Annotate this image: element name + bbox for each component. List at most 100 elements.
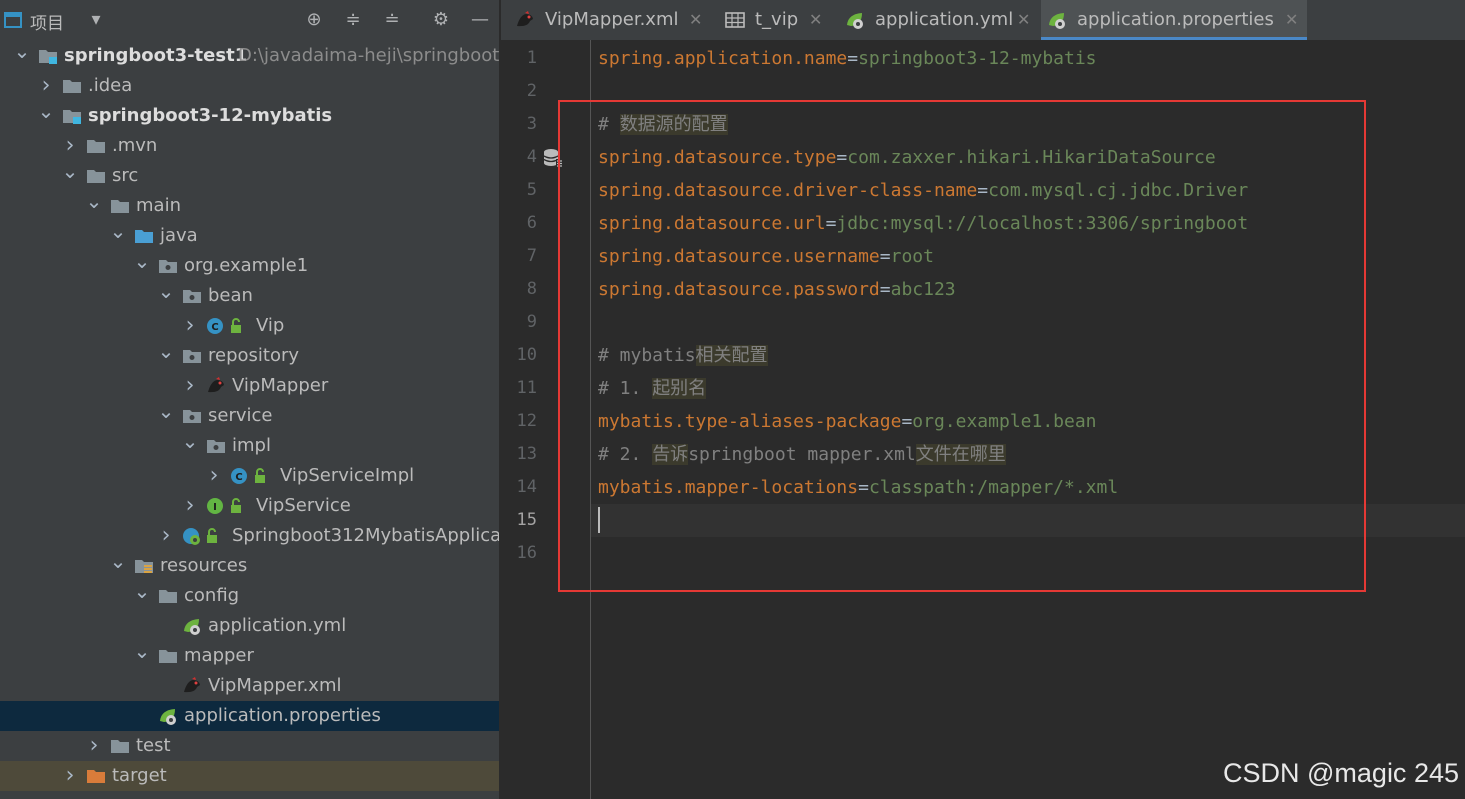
tree-item[interactable]: › VipMapper bbox=[0, 371, 499, 401]
line-number: 16 bbox=[516, 543, 537, 563]
svg-text:C: C bbox=[211, 322, 218, 333]
line-number: 14 bbox=[516, 477, 537, 497]
chevron-right-icon[interactable]: › bbox=[84, 731, 104, 761]
line-number: 5 bbox=[526, 180, 537, 200]
chevron-down-icon[interactable]: ⌄ bbox=[132, 251, 152, 281]
line-number: 11 bbox=[516, 378, 537, 398]
line-number: 3 bbox=[526, 114, 537, 134]
package-icon bbox=[206, 436, 226, 456]
gear-icon[interactable]: ⚙ bbox=[429, 8, 453, 32]
spring-config-icon bbox=[1047, 10, 1067, 30]
tree-item[interactable]: › I VipService bbox=[0, 491, 499, 521]
editor-tab[interactable]: application.yml ✕ bbox=[839, 0, 1039, 40]
tree-item[interactable]: › C VipServiceImpl bbox=[0, 461, 499, 491]
source-folder-icon bbox=[134, 226, 154, 246]
collapse-all-icon[interactable]: ≐ bbox=[380, 8, 404, 32]
tree-item[interactable]: ⌄ service bbox=[0, 401, 499, 431]
chevron-down-icon[interactable]: ⌄ bbox=[108, 221, 128, 251]
tree-item[interactable]: ⌄ src bbox=[0, 161, 499, 191]
tree-item[interactable]: ⌄ springboot3-12-mybatis bbox=[0, 101, 499, 131]
tree-item-label: target bbox=[112, 765, 167, 786]
tree-item-label: application.yml bbox=[208, 615, 347, 636]
tree-item[interactable]: ⌄ main bbox=[0, 191, 499, 221]
equals-sign: = bbox=[847, 48, 859, 69]
tree-item-label: impl bbox=[232, 435, 271, 456]
editor-tab[interactable]: application.properties ✕ bbox=[1041, 0, 1307, 40]
chevron-down-icon[interactable]: ⌄ bbox=[156, 281, 176, 311]
chevron-right-icon[interactable]: › bbox=[60, 131, 80, 161]
chevron-right-icon[interactable]: › bbox=[180, 311, 200, 341]
chevron-right-icon[interactable]: › bbox=[180, 491, 200, 521]
tree-item[interactable]: › test bbox=[0, 731, 499, 761]
tree-item[interactable]: ⌄ org.example1 bbox=[0, 251, 499, 281]
editor-tab[interactable]: t_vip ✕ bbox=[719, 0, 831, 40]
chevron-down-icon[interactable]: ⌄ bbox=[180, 431, 200, 461]
tree-item-label: src bbox=[112, 165, 139, 186]
tree-item[interactable]: › .mvn bbox=[0, 131, 499, 161]
mybatis-icon bbox=[206, 376, 226, 396]
chevron-right-icon[interactable]: › bbox=[180, 371, 200, 401]
tree-item[interactable]: ⌄ mapper bbox=[0, 641, 499, 671]
spring-config-icon bbox=[158, 706, 178, 726]
chevron-right-icon[interactable]: › bbox=[156, 521, 176, 551]
chevron-down-icon[interactable]: ⌄ bbox=[84, 191, 104, 221]
tree-item[interactable]: ⌄ bean bbox=[0, 281, 499, 311]
chevron-down-icon[interactable]: ⌄ bbox=[156, 401, 176, 431]
spring-config-icon bbox=[182, 616, 202, 636]
tree-item-label: config bbox=[184, 585, 240, 606]
tree-item[interactable]: › .idea bbox=[0, 71, 499, 101]
folder-icon bbox=[86, 136, 106, 156]
project-panel-title[interactable]: 项目 bbox=[30, 9, 64, 34]
close-icon[interactable]: ✕ bbox=[689, 0, 702, 40]
tree-item-label: service bbox=[208, 405, 273, 426]
property-value: springboot3-12-mybatis bbox=[858, 48, 1097, 69]
chevron-down-icon[interactable]: ⌄ bbox=[36, 101, 56, 131]
line-number: 8 bbox=[526, 279, 537, 299]
tree-item[interactable]: application.properties bbox=[0, 701, 499, 731]
chevron-right-icon[interactable]: › bbox=[60, 761, 80, 791]
project-view-icon[interactable] bbox=[4, 11, 22, 29]
tree-item[interactable]: ⌄ springboot3-test1 D:\javadaima-heji\spri… bbox=[0, 41, 499, 71]
svg-text:I: I bbox=[213, 502, 217, 513]
tree-item[interactable]: ⌄ config bbox=[0, 581, 499, 611]
chevron-down-icon[interactable]: ⌄ bbox=[132, 641, 152, 671]
dropdown-chevron-icon[interactable]: ▾ bbox=[84, 8, 108, 32]
chevron-down-icon[interactable]: ⌄ bbox=[12, 41, 32, 71]
package-icon bbox=[182, 346, 202, 366]
chevron-right-icon[interactable]: › bbox=[204, 461, 224, 491]
class-icon: C bbox=[230, 466, 250, 486]
editor-tab-label: t_vip bbox=[755, 9, 799, 30]
tree-item[interactable]: ⌄ impl bbox=[0, 431, 499, 461]
tree-item-label: Vip bbox=[256, 315, 285, 336]
chevron-down-icon[interactable]: ⌄ bbox=[60, 161, 80, 191]
locate-file-icon[interactable]: ⊕ bbox=[302, 8, 326, 32]
tree-item[interactable]: › C Vip bbox=[0, 311, 499, 341]
editor-tab-label: application.yml bbox=[875, 9, 1014, 30]
editor-tab[interactable]: VipMapper.xml ✕ bbox=[509, 0, 711, 40]
chevron-right-icon[interactable]: › bbox=[36, 71, 56, 101]
tree-item-label: org.example1 bbox=[184, 255, 309, 276]
package-icon bbox=[182, 286, 202, 306]
project-panel-header: 项目 ▾ ⊕ ≑ ≐ ⚙ — bbox=[0, 0, 499, 40]
tree-item[interactable]: ⌄ resources bbox=[0, 551, 499, 581]
tree-item[interactable]: ⌄ java bbox=[0, 221, 499, 251]
minimize-icon[interactable]: — bbox=[468, 8, 492, 32]
public-lock-icon bbox=[204, 526, 224, 546]
tree-item-label: springboot3-12-mybatis bbox=[88, 105, 333, 126]
tree-item[interactable]: ⌄ repository bbox=[0, 341, 499, 371]
chevron-down-icon[interactable]: ⌄ bbox=[132, 581, 152, 611]
package-icon bbox=[182, 406, 202, 426]
tree-item[interactable]: › target bbox=[0, 761, 499, 791]
tree-item[interactable]: VipMapper.xml bbox=[0, 671, 499, 701]
expand-all-icon[interactable]: ≑ bbox=[341, 8, 365, 32]
code-line[interactable]: spring.application.name=springboot3-12-m… bbox=[598, 42, 1097, 75]
mybatis-icon bbox=[182, 676, 202, 696]
interface-icon: I bbox=[206, 496, 226, 516]
close-icon[interactable]: ✕ bbox=[1285, 0, 1298, 40]
tree-item[interactable]: › Springboot312MybatisApplicatio bbox=[0, 521, 499, 551]
close-icon[interactable]: ✕ bbox=[809, 0, 822, 40]
chevron-down-icon[interactable]: ⌄ bbox=[108, 551, 128, 581]
tree-item[interactable]: application.yml bbox=[0, 611, 499, 641]
close-icon[interactable]: ✕ bbox=[1017, 0, 1030, 40]
chevron-down-icon[interactable]: ⌄ bbox=[156, 341, 176, 371]
